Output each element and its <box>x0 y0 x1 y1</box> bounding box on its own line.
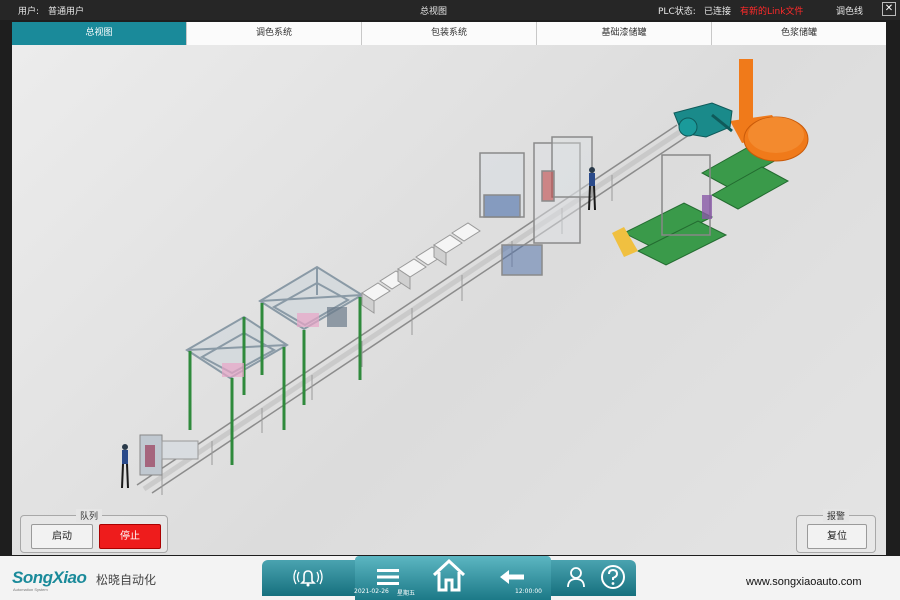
tab-colorant-tanks[interactable]: 色浆储罐 <box>712 22 886 45</box>
main-conveyor <box>136 124 693 495</box>
alarm-bell-icon[interactable] <box>293 566 323 588</box>
reset-button[interactable]: 复位 <box>807 524 867 549</box>
tab-bar: 总视图 调色系统 包装系统 基础漆储罐 色浆储罐 <box>12 22 886 45</box>
brand-en: SongXiao <box>12 568 87 587</box>
line-name: 调色线 <box>836 7 864 17</box>
brand-cn: 松晓自动化 <box>96 573 157 587</box>
alarm-group: 报警 复位 <box>796 509 876 553</box>
current-date: 2021-02-26 <box>354 588 389 595</box>
home-icon[interactable] <box>430 557 468 593</box>
back-arrow-icon[interactable] <box>498 568 526 586</box>
user-value: 普通用户 <box>48 7 85 17</box>
menu-icon[interactable] <box>376 566 400 588</box>
queue-group: 队列 启动 停止 <box>20 509 168 553</box>
top-status-bar: 用户: 普通用户 总视图 PLC状态: 已连接 有新的Link文件 调色线 ✕ <box>0 0 900 20</box>
link-file-alert[interactable]: 有新的Link文件 <box>740 4 803 17</box>
plant-overview-view: 队列 启动 停止 报警 复位 <box>12 45 886 555</box>
close-button[interactable]: ✕ <box>882 2 896 16</box>
queue-legend: 队列 <box>76 509 103 522</box>
production-line-illustration <box>121 59 809 495</box>
tab-overview[interactable]: 总视图 <box>12 22 187 45</box>
plc-status-value: 已连接 <box>704 7 732 17</box>
robot-palletizer <box>673 59 809 162</box>
plc-status-label: PLC状态: <box>658 7 696 17</box>
tab-base-paint-tanks[interactable]: 基础漆储罐 <box>537 22 712 45</box>
tab-tinting-system[interactable]: 调色系统 <box>187 22 362 45</box>
user-label: 用户: <box>18 7 40 17</box>
pallet-stations <box>612 144 790 266</box>
brand-sub: Automation System <box>13 587 48 592</box>
current-weekday: 星期五 <box>397 590 416 597</box>
website-url: www.songxiaoauto.com <box>746 576 862 588</box>
current-time: 12:00:00 <box>515 588 542 595</box>
user-icon[interactable] <box>566 566 586 588</box>
company-logo: SongXiao 松晓自动化 Automation System <box>12 568 156 592</box>
page-title: 总视图 <box>420 7 448 17</box>
alarm-legend: 报警 <box>823 509 850 522</box>
start-button[interactable]: 启动 <box>31 524 93 549</box>
stop-button[interactable]: 停止 <box>99 524 161 549</box>
help-icon[interactable] <box>600 564 626 590</box>
tab-packaging-system[interactable]: 包装系统 <box>362 22 537 45</box>
